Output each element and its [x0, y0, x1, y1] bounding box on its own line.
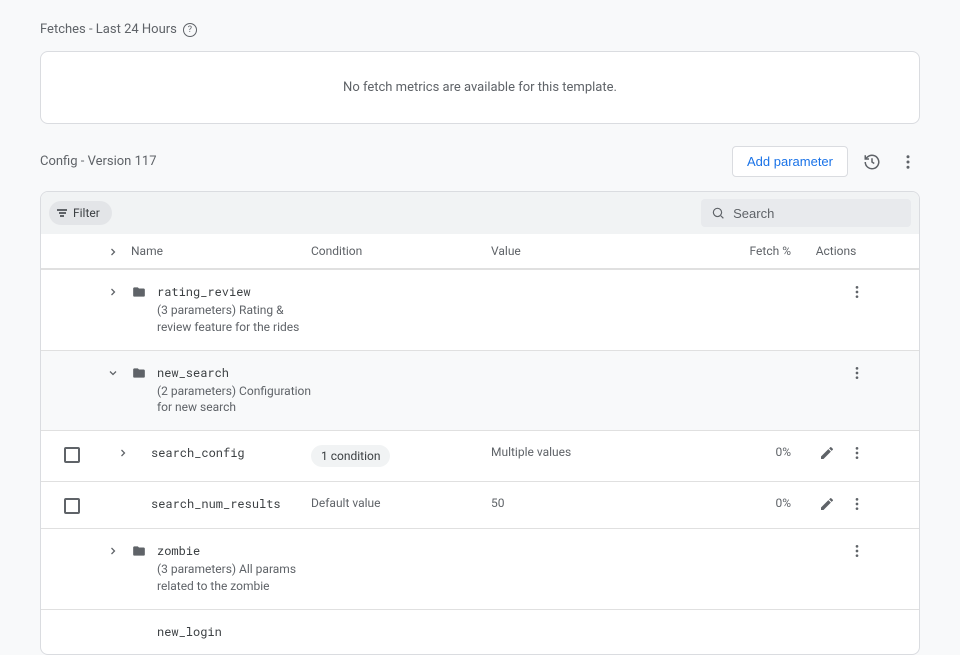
chevron-down-icon[interactable]	[107, 367, 119, 379]
filter-button[interactable]: Filter	[49, 201, 112, 225]
fetches-header: Fetches - Last 24 Hours ?	[40, 22, 920, 37]
row-value: Multiple values	[491, 445, 571, 459]
fetches-empty-text: No fetch metrics are available for this …	[343, 80, 617, 95]
search-icon	[711, 205, 725, 221]
row-condition: Default value	[311, 496, 381, 510]
row-checkbox[interactable]	[64, 447, 80, 463]
row-more-icon[interactable]	[849, 284, 865, 300]
table-row[interactable]: zombie (3 parameters) All params related…	[41, 528, 919, 609]
chevron-right-icon[interactable]	[117, 447, 129, 459]
add-parameter-button[interactable]: Add parameter	[732, 146, 848, 177]
config-table: Filter Name Condition Value Fetch % Acti…	[40, 191, 920, 655]
fetches-title: Fetches - Last 24 Hours	[40, 22, 177, 37]
table-row[interactable]: new_login	[41, 609, 919, 654]
folder-icon	[131, 285, 147, 299]
chevron-right-icon[interactable]	[107, 246, 119, 258]
col-condition: Condition	[311, 244, 491, 258]
table-row[interactable]: search_config 1 condition Multiple value…	[41, 430, 919, 481]
config-title: Config - Version 117	[40, 154, 157, 169]
row-name: search_num_results	[151, 496, 281, 512]
folder-icon	[131, 544, 147, 558]
row-more-icon[interactable]	[849, 496, 865, 512]
row-fetch: 0%	[731, 445, 801, 459]
table-row[interactable]: search_num_results Default value 50 0%	[41, 481, 919, 528]
row-name: rating_review	[157, 284, 311, 300]
table-row[interactable]: rating_review (3 parameters) Rating & re…	[41, 269, 919, 350]
col-fetch: Fetch %	[731, 244, 801, 258]
row-more-icon[interactable]	[849, 543, 865, 559]
row-name: new_login	[157, 624, 222, 640]
row-value: 50	[491, 496, 505, 510]
table-header: Name Condition Value Fetch % Actions	[41, 234, 919, 269]
row-desc: (2 parameters) Configuration for new sea…	[157, 383, 311, 417]
history-icon[interactable]	[860, 150, 884, 174]
filter-icon	[57, 209, 67, 217]
chevron-right-icon[interactable]	[107, 286, 119, 298]
help-icon[interactable]: ?	[183, 23, 197, 37]
more-icon[interactable]	[896, 150, 920, 174]
fetches-empty-card: No fetch metrics are available for this …	[40, 51, 920, 124]
row-more-icon[interactable]	[849, 445, 865, 461]
search-input[interactable]	[733, 206, 901, 221]
row-desc: (3 parameters) All params related to the…	[157, 561, 311, 595]
edit-icon[interactable]	[819, 496, 835, 512]
row-name: new_search	[157, 365, 311, 381]
row-name: search_config	[151, 445, 245, 461]
table-row[interactable]: new_search (2 parameters) Configuration …	[41, 350, 919, 431]
row-name: zombie	[157, 543, 311, 559]
col-value: Value	[491, 244, 731, 258]
edit-icon[interactable]	[819, 445, 835, 461]
chevron-right-icon[interactable]	[107, 545, 119, 557]
search-box[interactable]	[701, 199, 911, 227]
row-desc: (3 parameters) Rating & review feature f…	[157, 302, 311, 336]
folder-icon	[131, 366, 147, 380]
row-more-icon[interactable]	[849, 365, 865, 381]
row-fetch: 0%	[731, 496, 801, 510]
filter-label: Filter	[73, 206, 100, 220]
condition-chip: 1 condition	[311, 445, 390, 467]
row-checkbox[interactable]	[64, 498, 80, 514]
col-name: Name	[131, 244, 311, 258]
col-actions: Actions	[801, 244, 871, 258]
